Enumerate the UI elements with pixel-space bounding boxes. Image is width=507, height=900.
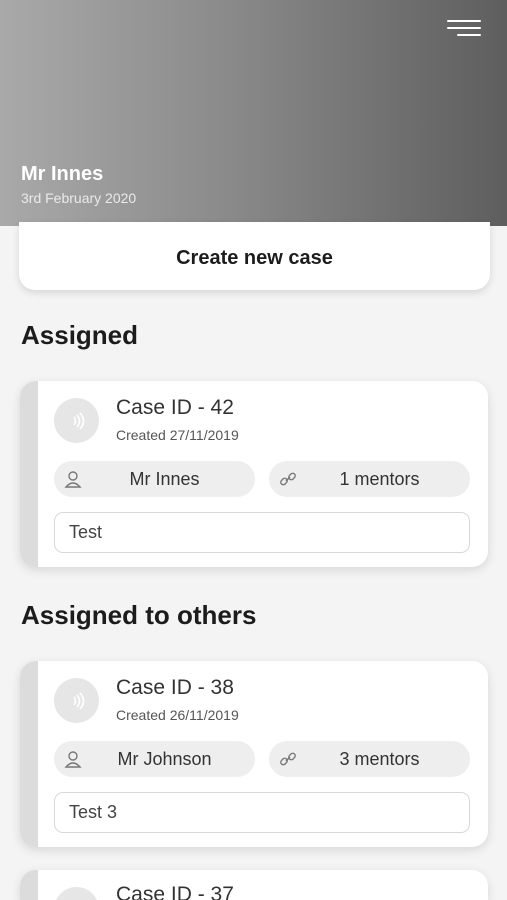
section-title-assigned-to-others: Assigned to others	[21, 600, 257, 630]
case-note: Test 3	[54, 792, 470, 833]
case-mentors-count: 3 mentors	[339, 748, 420, 769]
case-card[interactable]: Case ID - 42 Created 27/11/2019 Mr Innes…	[20, 381, 488, 567]
header-date: 3rd February 2020	[21, 190, 137, 206]
case-card[interactable]: Case ID - 38 Created 26/11/2019 Mr Johns…	[20, 661, 488, 847]
sound-wave-icon	[54, 678, 99, 723]
case-created-date: Created 27/11/2019	[116, 427, 239, 443]
sound-wave-icon	[54, 398, 99, 443]
create-new-case-button[interactable]: Create new case	[19, 222, 490, 290]
sound-wave-icon	[54, 887, 99, 900]
case-user-name: Mr Johnson	[117, 748, 212, 769]
profile-header: Mr Innes 3rd February 2020	[0, 0, 507, 226]
case-note: Test	[54, 512, 470, 553]
case-user-pill[interactable]: Mr Innes	[54, 461, 255, 497]
user-icon	[64, 751, 82, 768]
card-stripe	[20, 661, 38, 847]
user-name: Mr Innes	[21, 163, 104, 185]
link-icon	[280, 472, 296, 486]
case-mentors-pill[interactable]: 1 mentors	[269, 461, 470, 497]
card-stripe	[20, 870, 38, 900]
case-id: Case ID - 37	[116, 883, 234, 900]
case-mentors-pill[interactable]: 3 mentors	[269, 741, 470, 777]
case-user-name: Mr Innes	[129, 468, 200, 489]
case-created-date: Created 26/11/2019	[116, 707, 239, 723]
user-icon	[64, 471, 82, 488]
hamburger-menu-icon[interactable]	[447, 18, 481, 40]
case-mentors-count: 1 mentors	[339, 468, 420, 489]
case-id: Case ID - 42	[116, 396, 234, 419]
case-id: Case ID - 38	[116, 676, 234, 699]
case-card[interactable]: Case ID - 37	[20, 870, 488, 900]
card-stripe	[20, 381, 38, 567]
section-title-assigned: Assigned	[21, 320, 139, 350]
link-icon	[280, 752, 296, 766]
case-user-pill[interactable]: Mr Johnson	[54, 741, 255, 777]
